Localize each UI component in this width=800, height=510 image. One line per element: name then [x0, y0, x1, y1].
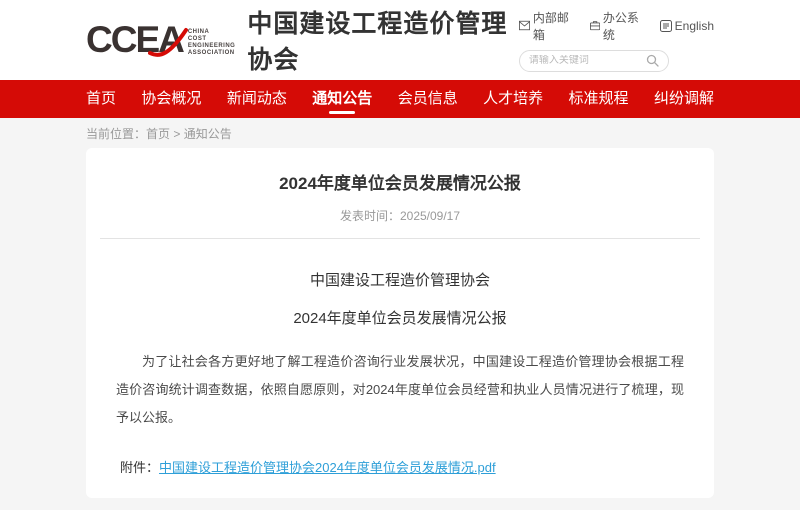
- site-logo[interactable]: CCEA CHINA COST ENGINEERING ASSOCIATION …: [86, 4, 519, 76]
- internal-mail-link[interactable]: 内部邮箱: [519, 9, 574, 43]
- breadcrumb-current-link[interactable]: 通知公告: [184, 127, 232, 141]
- ccea-logo-swoosh-icon: [148, 26, 190, 60]
- office-system-label: 办公系统: [603, 9, 644, 43]
- main-nav: 首页 协会概况 新闻动态 通知公告 会员信息 人才培养 标准规程 纠纷调解: [0, 80, 800, 118]
- ccea-logo: CCEA CHINA COST ENGINEERING ASSOCIATION: [86, 20, 235, 60]
- nav-item-standards[interactable]: 标准规程: [569, 80, 629, 118]
- site-header: CCEA CHINA COST ENGINEERING ASSOCIATION …: [0, 0, 800, 80]
- article-card: 2024年度单位会员发展情况公报 发表时间：2025/09/17 中国建设工程造…: [86, 148, 714, 498]
- doc-heading-org: 中国建设工程造价管理协会: [110, 269, 690, 290]
- site-title: 中国建设工程造价管理协会: [247, 4, 519, 76]
- nav-item-training[interactable]: 人才培养: [483, 80, 543, 118]
- attachment-label: 附件：: [120, 460, 159, 475]
- publish-row: 发表时间：2025/09/17: [110, 207, 690, 224]
- globe-icon: [660, 20, 672, 32]
- breadcrumb-prefix: 当前位置：: [86, 127, 146, 141]
- breadcrumb: 当前位置：首页 > 通知公告: [86, 118, 714, 148]
- doc-heading-title: 2024年度单位会员发展情况公报: [110, 307, 690, 328]
- nav-item-about[interactable]: 协会概况: [141, 80, 201, 118]
- search-icon[interactable]: [646, 54, 659, 67]
- briefcase-icon: [590, 20, 600, 31]
- attachment-row: 附件：中国建设工程造价管理协会2024年度单位会员发展情况.pdf: [110, 457, 690, 476]
- nav-item-members[interactable]: 会员信息: [398, 80, 458, 118]
- title-divider: [100, 238, 700, 239]
- utility-links: 内部邮箱 办公系统 English: [519, 9, 714, 43]
- search-box[interactable]: [519, 50, 669, 72]
- publish-date: 2025/09/17: [400, 209, 460, 223]
- article-paragraph: 为了让社会各方更好地了解工程造价咨询行业发展状况，中国建设工程造价管理协会根据工…: [110, 348, 690, 432]
- nav-item-mediation[interactable]: 纠纷调解: [654, 80, 714, 118]
- mail-icon: [519, 20, 530, 31]
- nav-item-notices[interactable]: 通知公告: [312, 80, 372, 118]
- english-link[interactable]: English: [660, 9, 714, 43]
- breadcrumb-separator: >: [173, 127, 180, 141]
- article-title: 2024年度单位会员发展情况公报: [110, 169, 690, 194]
- office-system-link[interactable]: 办公系统: [590, 9, 644, 43]
- internal-mail-label: 内部邮箱: [533, 9, 574, 43]
- nav-item-news[interactable]: 新闻动态: [227, 80, 287, 118]
- attachment-pdf-link[interactable]: 中国建设工程造价管理协会2024年度单位会员发展情况.pdf: [159, 460, 496, 475]
- english-label: English: [675, 19, 714, 33]
- publish-label: 发表时间：: [340, 209, 400, 223]
- main-area: 当前位置：首页 > 通知公告 2024年度单位会员发展情况公报 发表时间：202…: [0, 118, 800, 510]
- breadcrumb-home-link[interactable]: 首页: [146, 127, 170, 141]
- nav-item-home[interactable]: 首页: [86, 80, 116, 118]
- search-input[interactable]: [529, 55, 646, 66]
- ccea-logo-subtext: CHINA COST ENGINEERING ASSOCIATION: [188, 29, 236, 57]
